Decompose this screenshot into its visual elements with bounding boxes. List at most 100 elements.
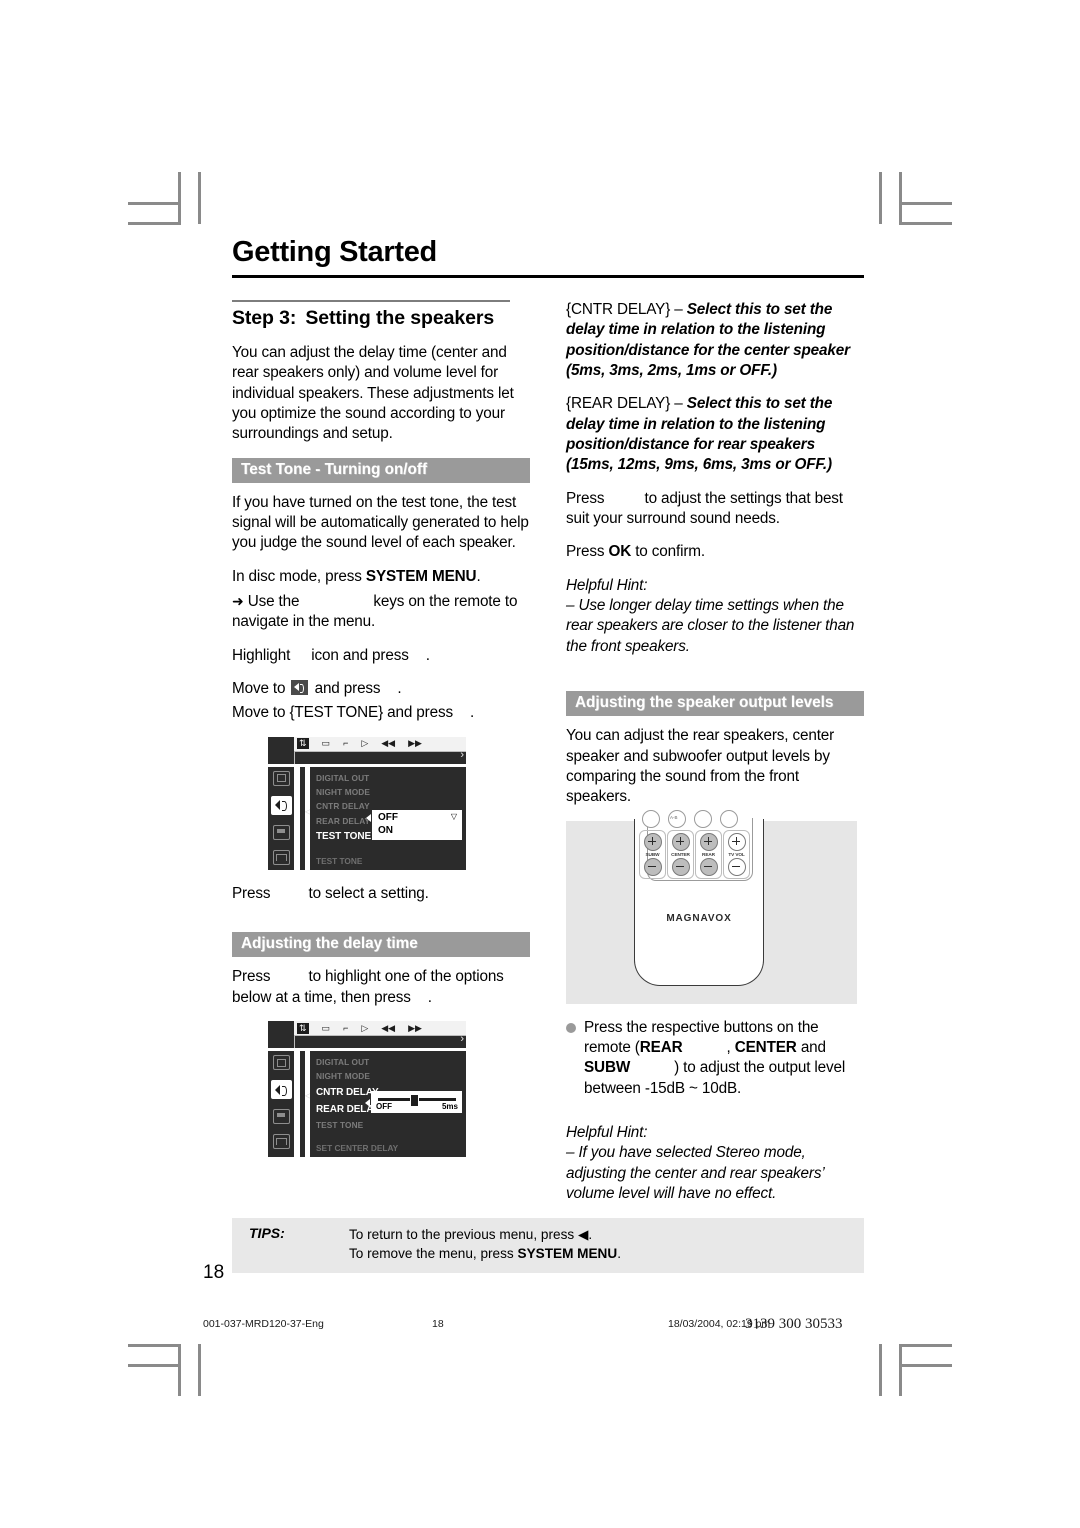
subtitle-icon[interactable]: [272, 824, 290, 840]
press-adjust-line: Press to adjust the settings that best s…: [566, 489, 864, 530]
remote-illustration: SUBW CENTER REAR: [566, 809, 857, 1004]
rear-minus-button[interactable]: [699, 857, 718, 876]
speaker-icon[interactable]: [270, 795, 292, 815]
printer-filename: 001-037-MRD120-37-Eng: [203, 1318, 324, 1330]
osd-option-on[interactable]: ON: [378, 824, 458, 838]
output-level-bullet: Press the respective buttons on the remo…: [566, 1018, 864, 1112]
move-c: .: [397, 680, 402, 698]
osd-item-night-mode[interactable]: NIGHT MODE: [316, 1069, 466, 1083]
tools-icon: ⇅: [297, 738, 309, 750]
step-intro: You can adjust the delay time (center an…: [232, 344, 514, 443]
tips-line1-b: .: [588, 1227, 593, 1242]
osd-scroll-rail-2[interactable]: [300, 1051, 311, 1158]
osd-sidebar: [268, 766, 294, 871]
remote-top-button-1[interactable]: [642, 809, 660, 828]
crop-mark-tl-v: [178, 172, 181, 224]
osd-delay-slider[interactable]: OFF 5ms: [365, 1091, 462, 1114]
remote-top-button-3[interactable]: [694, 809, 712, 828]
navigate-line: ➜ Use the keys on the remote to navigate …: [232, 591, 530, 633]
press-select-b: to select a setting.: [308, 885, 429, 903]
osd-screenshot-test-tone: ⇅ ▭ ⌐ ▷ ◀◀ ▶▶ › ◁ DIGITAL OUT NIGHT MODE…: [268, 736, 466, 871]
left-arrow-icon: ◀: [577, 1227, 589, 1242]
right-column: {CNTR DELAY} – Select this to set the de…: [566, 300, 864, 1217]
output-level-bullet-text: Press the respective buttons on the remo…: [584, 1018, 864, 1099]
center-minus-button[interactable]: [671, 857, 690, 876]
tips-line2-b: .: [617, 1246, 621, 1262]
next-icon: ▶▶: [408, 738, 422, 749]
osd-toolbar-icons-2: ⇅ ▭ ⌐ ▷ ◀◀ ▶▶: [294, 1021, 466, 1036]
system-menu-key: SYSTEM MENU: [365, 567, 477, 585]
osd-menu-2: DIGITAL OUT NIGHT MODE CNTR DELAY REAR D…: [310, 1051, 466, 1158]
hint2-label: Helpful Hint:: [566, 1123, 648, 1141]
press-ok-a: Press: [566, 543, 609, 561]
highlight-b: icon and press: [311, 646, 409, 664]
page-number: 18: [203, 1262, 225, 1283]
step-number: Step 3:: [232, 307, 297, 329]
osd-option-popup: ▽ OFF ON: [366, 809, 462, 840]
press-ok-b: to confirm.: [631, 543, 705, 561]
cntr-delay-dash: –: [670, 301, 687, 318]
press-select-a: Press: [232, 885, 271, 903]
step-heading: Step 3: Setting the speakers: [232, 307, 530, 330]
rear-label: REAR: [702, 851, 715, 857]
subw-minus-button[interactable]: [643, 857, 662, 876]
osd-screenshot-delay: ⇅ ▭ ⌐ ▷ ◀◀ ▶▶ › ◁ DIGITAL OUT NIGHT MODE…: [268, 1021, 466, 1158]
branch-icon: ⌐: [343, 1022, 349, 1033]
preference-icon[interactable]: [272, 1134, 290, 1150]
subw-key: SUBW: [584, 1059, 631, 1077]
osd-body: DIGITAL OUT NIGHT MODE CNTR DELAY REAR D…: [268, 763, 466, 871]
delay-b: to highlight one of the options below at…: [232, 968, 504, 1006]
chevron-down-icon: ▽: [450, 811, 457, 821]
osd-item-night-mode[interactable]: NIGHT MODE: [316, 785, 466, 799]
disc-mode-suffix: .: [476, 567, 481, 585]
osd-toolbar-2: ⇅ ▭ ⌐ ▷ ◀◀ ▶▶: [268, 1021, 466, 1049]
picture-icon[interactable]: [272, 1055, 290, 1071]
rear-plus-button[interactable]: [699, 832, 718, 851]
crop-mark-br-h2: [899, 1364, 952, 1367]
subtitle-icon[interactable]: [272, 1109, 290, 1125]
tvvol-plus-button[interactable]: [727, 832, 746, 851]
osd-scroll-rail[interactable]: [300, 766, 311, 871]
branch-icon: ⌐: [343, 738, 349, 749]
osd-item-digital-out[interactable]: DIGITAL OUT: [316, 771, 466, 785]
hint1-label: Helpful Hint:: [566, 576, 648, 594]
osd-footer-label-2: SET CENTER DELAY: [316, 1143, 399, 1154]
crop-mark-tr-h2: [899, 202, 952, 205]
hint2-text: – If you have selected Stereo mode, adju…: [566, 1144, 824, 1202]
slider-track[interactable]: [378, 1094, 456, 1108]
tips-label: TIPS:: [249, 1225, 285, 1241]
remote-center-column: CENTER: [667, 829, 694, 879]
osd-footer-label: TEST TONE: [316, 856, 363, 867]
slider-knob[interactable]: [410, 1094, 419, 1108]
osd-menu: DIGITAL OUT NIGHT MODE CNTR DELAY REAR D…: [310, 766, 466, 871]
center-plus-button[interactable]: [671, 832, 690, 851]
tvvol-label: TV VOL: [728, 851, 745, 857]
remote-top-button-4[interactable]: [720, 809, 738, 828]
step-divider: [232, 300, 510, 302]
rear-delay-term: {REAR DELAY}: [566, 395, 671, 413]
crop-mark-br-v: [899, 1344, 902, 1396]
disc-icon: ▭: [321, 738, 331, 749]
crop-mark-tl-v2: [198, 172, 201, 224]
page-content: Getting Started Step 3: Setting the speak…: [232, 236, 864, 1217]
osd-option-off[interactable]: OFF: [378, 811, 458, 825]
cntr-delay-term: {CNTR DELAY}: [566, 301, 671, 318]
ok-key: OK: [608, 543, 632, 561]
tvvol-minus-button[interactable]: [727, 857, 746, 876]
move-tt-a: Move to {TEST TONE} and press: [232, 704, 453, 722]
crop-mark-tl-h: [128, 222, 181, 225]
preference-icon[interactable]: [272, 849, 290, 865]
move-to-speaker-line: Move to and press.: [232, 679, 530, 699]
move-a: Move to: [232, 680, 286, 698]
rear-key: REAR: [639, 1038, 683, 1056]
disc-icon: ▭: [321, 1022, 331, 1033]
picture-icon[interactable]: [272, 770, 290, 786]
move-to-testtone-line: Move to {TEST TONE} and press.: [232, 703, 530, 723]
osd-item-digital-out[interactable]: DIGITAL OUT: [316, 1055, 466, 1069]
osd-item-test-tone[interactable]: TEST TONE: [316, 1118, 466, 1132]
slider-max-label: 5ms: [441, 1102, 458, 1112]
crop-mark-br-h: [899, 1344, 952, 1347]
remote-ab-button[interactable]: [668, 809, 686, 828]
subw-plus-button[interactable]: [643, 832, 662, 851]
speaker-icon[interactable]: [270, 1080, 292, 1100]
